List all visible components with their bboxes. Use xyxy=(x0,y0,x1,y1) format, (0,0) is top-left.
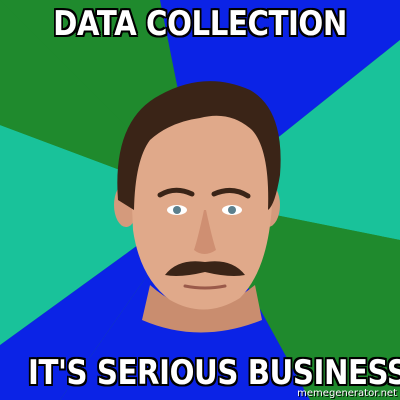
bottom-caption: IT'S SERIOUS BUSINESS xyxy=(28,353,400,393)
top-caption: DATA COLLECTION xyxy=(53,4,347,44)
meme-image: DATA COLLECTION IT'S SERIOUS BUSINESS me… xyxy=(0,0,400,400)
watermark: memegenerator.net xyxy=(297,388,397,399)
man-face-illustration xyxy=(114,81,281,333)
